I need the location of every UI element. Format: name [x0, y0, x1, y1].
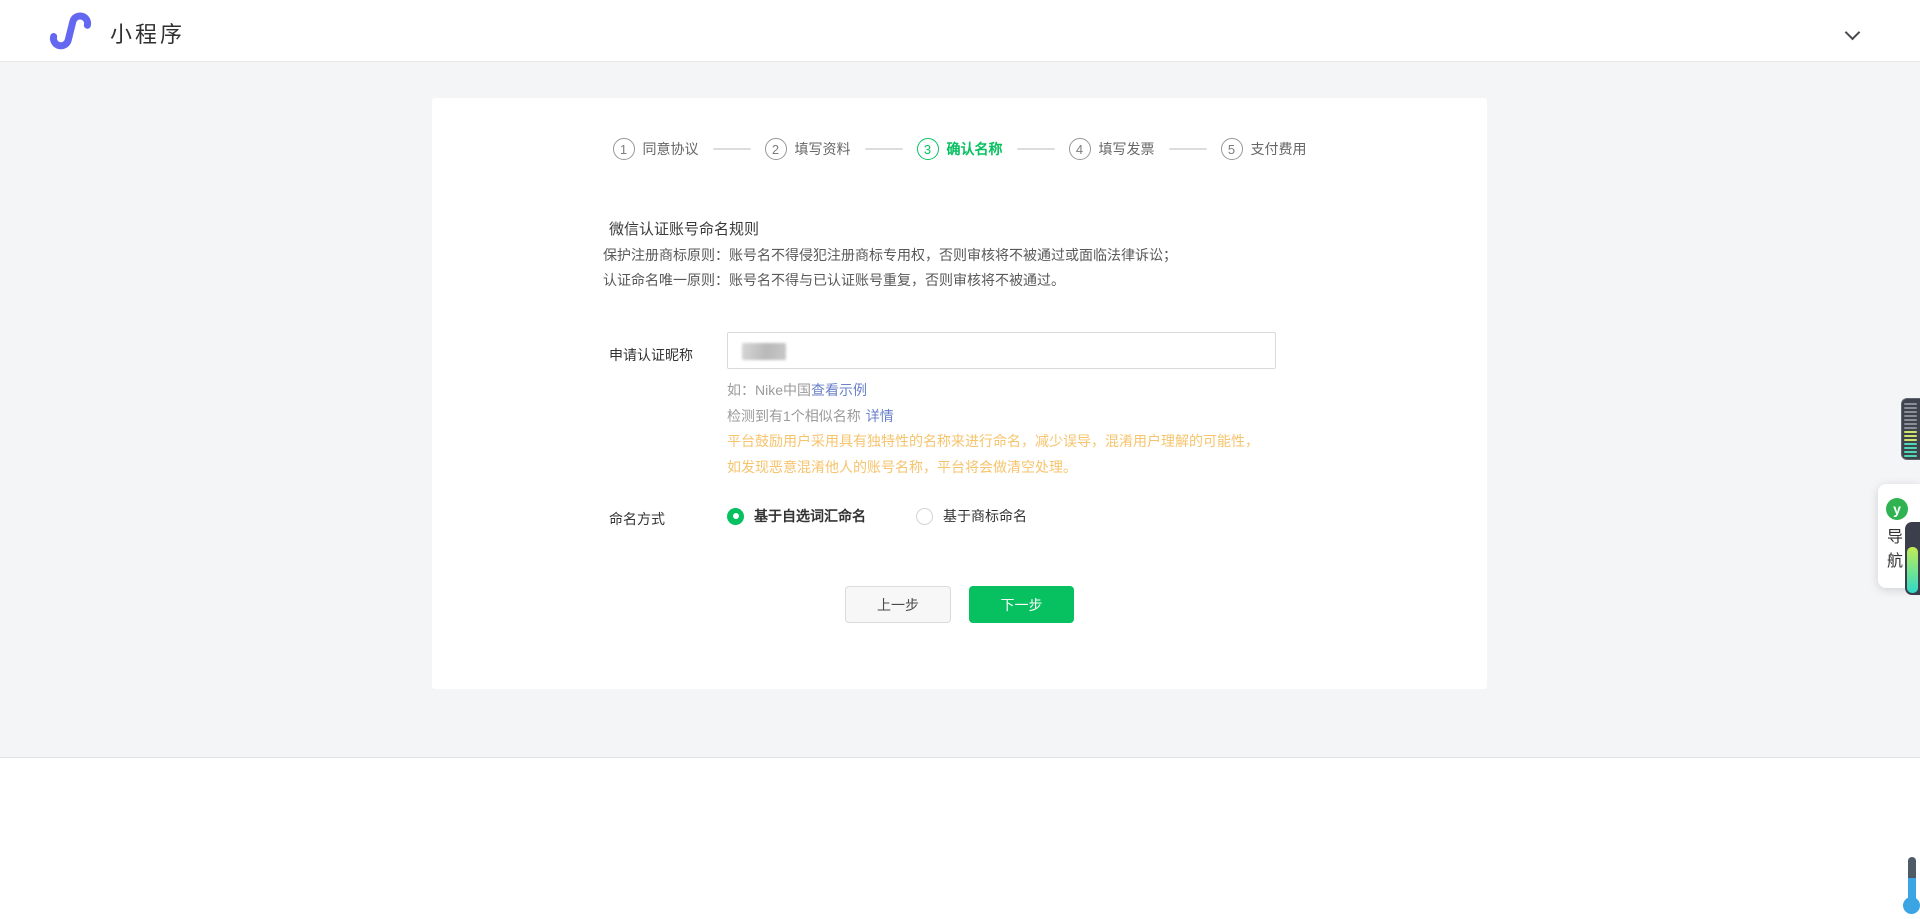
next-step-button[interactable]: 下一步 — [969, 586, 1074, 623]
naming-rules-body: 保护注册商标原则：账号名不得侵犯注册商标专用权，否则审核将不被通过或面临法律诉讼… — [603, 243, 1177, 293]
similar-name-line: 检测到有1个相似名称详情 — [727, 404, 1259, 430]
step-label: 确认名称 — [947, 139, 1003, 159]
prev-step-button[interactable]: 上一步 — [845, 586, 951, 623]
footer-area — [0, 757, 1920, 919]
step-confirm-name-active: 3 确认名称 — [917, 138, 1003, 160]
nav-panel-text-top: 导 — [1887, 528, 1903, 548]
nickname-field-label: 申请认证昵称 — [609, 345, 693, 365]
nav-assistant-logo-icon: y — [1886, 498, 1908, 520]
step-fill-invoice: 4 填写发票 — [1069, 138, 1155, 160]
step-number: 3 — [917, 138, 939, 160]
similar-name-text: 检测到有1个相似名称 — [727, 408, 861, 424]
page-title: 小程序 — [110, 17, 185, 49]
step-number: 4 — [1069, 138, 1091, 160]
warning-line-2: 如发现恶意混淆他人的账号名称，平台将会做清空处理。 — [727, 455, 1259, 481]
example-prefix: 如：Nike中国 — [727, 382, 811, 398]
nickname-helper-block: 如：Nike中国查看示例 检测到有1个相似名称详情 平台鼓励用户采用具有独特性的… — [727, 378, 1259, 480]
step-label: 填写发票 — [1099, 139, 1155, 159]
top-header: 小程序 — [0, 0, 1920, 62]
step-label: 填写资料 — [795, 139, 851, 159]
progress-stepper: 1 同意协议 2 填写资料 3 确认名称 4 填写发票 5 支付费用 — [432, 138, 1487, 160]
similar-detail-link[interactable]: 详情 — [866, 408, 894, 424]
thermometer-slider-widget[interactable] — [1899, 855, 1920, 919]
nickname-value-redacted — [742, 343, 786, 360]
radio-option-custom-words[interactable]: 基于自选词汇命名 — [727, 506, 866, 526]
radio-option-label: 基于自选词汇命名 — [754, 506, 866, 526]
step-label: 同意协议 — [643, 139, 699, 159]
radio-unselected-icon[interactable] — [916, 508, 933, 525]
scroll-minimap-widget[interactable] — [1901, 398, 1920, 460]
step-number: 2 — [765, 138, 787, 160]
nav-panel-text-bottom: 航 — [1887, 552, 1903, 572]
radio-option-label: 基于商标命名 — [943, 506, 1027, 526]
rule-line-trademark: 保护注册商标原则：账号名不得侵犯注册商标专用权，否则审核将不被通过或面临法律诉讼… — [603, 243, 1177, 268]
thermometer-knob[interactable] — [1903, 897, 1920, 914]
step-pay-fee: 5 支付费用 — [1221, 138, 1307, 160]
naming-method-label: 命名方式 — [609, 509, 665, 529]
warning-line-1: 平台鼓励用户采用具有独特性的名称来进行命名，减少误导，混淆用户理解的可能性， — [727, 429, 1259, 455]
chevron-down-icon[interactable] — [1846, 27, 1858, 39]
rule-line-unique: 认证命名唯一原则：账号名不得与已认证账号重复，否则审核将不被通过。 — [603, 268, 1177, 293]
step-agree-agreement: 1 同意协议 — [613, 138, 699, 160]
stripe-indicator-icon — [1902, 399, 1919, 459]
step-connector — [713, 148, 751, 150]
radio-option-trademark[interactable]: 基于商标命名 — [916, 506, 1027, 526]
level-slider-fill — [1907, 547, 1918, 593]
step-number: 1 — [613, 138, 635, 160]
step-fill-info: 2 填写资料 — [765, 138, 851, 160]
radio-selected-icon[interactable] — [727, 508, 744, 525]
step-connector — [1017, 148, 1055, 150]
level-slider-widget[interactable] — [1905, 522, 1920, 595]
example-line: 如：Nike中国查看示例 — [727, 378, 1259, 404]
step-label: 支付费用 — [1251, 139, 1307, 159]
naming-rules-title: 微信认证账号命名规则 — [609, 218, 759, 239]
mini-program-logo-icon — [48, 10, 94, 52]
view-example-link[interactable]: 查看示例 — [811, 382, 867, 398]
step-number: 5 — [1221, 138, 1243, 160]
nickname-input[interactable] — [727, 332, 1276, 369]
step-connector — [865, 148, 903, 150]
naming-method-options: 基于自选词汇命名 基于商标命名 — [727, 506, 1027, 526]
step-connector — [1169, 148, 1207, 150]
